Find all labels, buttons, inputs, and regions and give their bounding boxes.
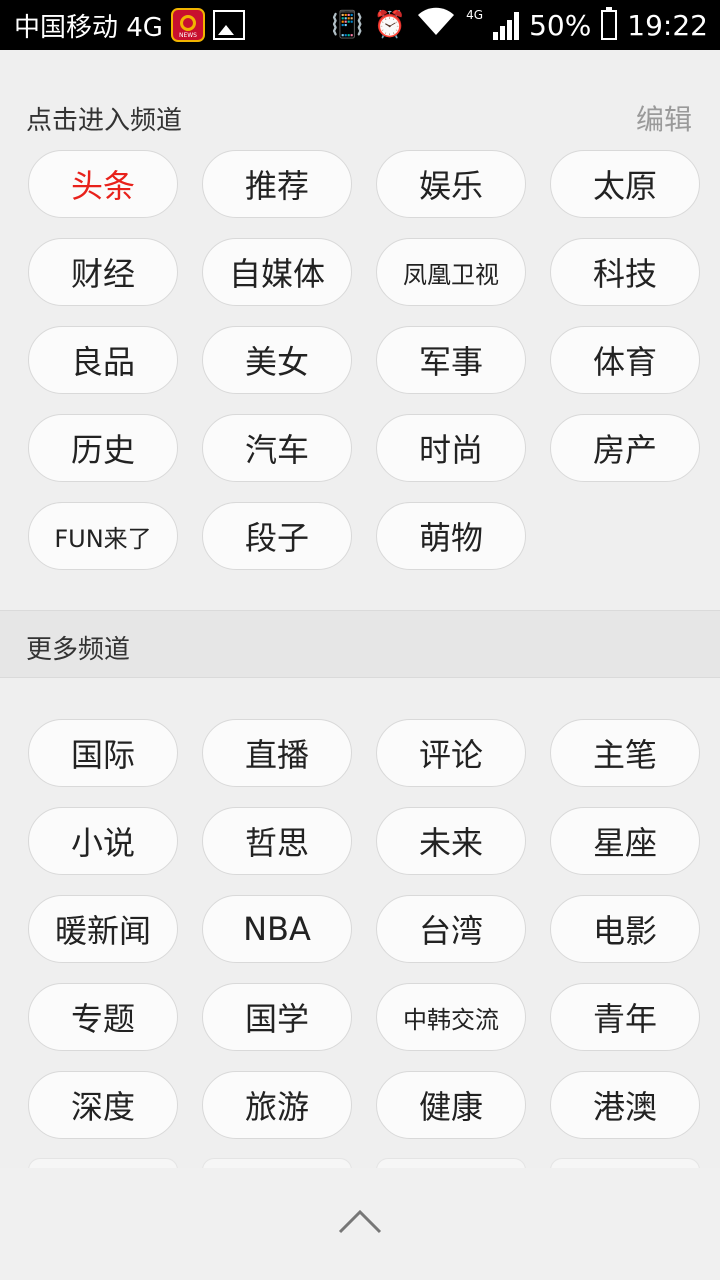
alarm-icon: ⏰ [373, 10, 407, 40]
channel-chip[interactable]: 凤凰卫视 [376, 238, 526, 306]
channel-chip[interactable]: 段子 [202, 502, 352, 570]
channel-chip[interactable]: 暖新闻 [28, 895, 178, 963]
status-bar: 中国移动 4G 📳 ⏰ 4G 50% 19:22 [0, 0, 720, 50]
channel-chip[interactable]: 哲思 [202, 807, 352, 875]
channel-chip[interactable]: 专题 [28, 983, 178, 1051]
more-channels-grid: 国际 直播 评论 主笔小说 哲思 未来 星座暖新闻 NBA 台湾 电影专题 国学 中韩交流 青年深度 旅游… [28, 719, 700, 1139]
channel-chip[interactable]: 直播 [202, 719, 352, 787]
channel-chip[interactable]: NBA [202, 895, 352, 963]
channel-chip[interactable]: 国际 [28, 719, 178, 787]
channel-chip[interactable]: 美女 [202, 326, 352, 394]
channel-chip[interactable]: 旅游 [202, 1071, 352, 1139]
more-channels-header: 更多频道 [0, 610, 720, 678]
channel-chip[interactable]: 财经 [28, 238, 178, 306]
channel-chip[interactable]: 太原 [550, 150, 700, 218]
channel-chip[interactable]: 自媒体 [202, 238, 352, 306]
clock: 19:22 [627, 8, 708, 42]
channel-chip[interactable]: 体育 [550, 326, 700, 394]
channel-chip[interactable]: 台湾 [376, 895, 526, 963]
network-type-badge: 4G [466, 8, 484, 22]
channel-chip[interactable]: 军事 [376, 326, 526, 394]
channel-chip[interactable]: 时尚 [376, 414, 526, 482]
channel-chip[interactable]: 萌物 [376, 502, 526, 570]
channel-chip[interactable]: 主笔 [550, 719, 700, 787]
edit-button[interactable]: 编辑 [636, 98, 692, 138]
channel-chip[interactable]: 深度 [28, 1071, 178, 1139]
channel-chip[interactable]: 房产 [550, 414, 700, 482]
more-channels-title: 更多频道 [26, 635, 131, 665]
channel-chip[interactable]: FUN来了 [28, 502, 178, 570]
channel-chip[interactable]: 小说 [28, 807, 178, 875]
ifeng-news-icon [170, 8, 205, 42]
channel-chip[interactable]: 星座 [550, 807, 700, 875]
battery-icon [601, 7, 618, 40]
channel-chip[interactable]: 科技 [550, 238, 700, 306]
wifi-icon [416, 7, 456, 44]
chevron-up-icon[interactable] [336, 1206, 384, 1236]
channel-chip[interactable]: 娱乐 [376, 150, 526, 218]
signal-icon [493, 10, 520, 40]
channel-chip[interactable]: 电影 [550, 895, 700, 963]
my-channels-grid: 头条 推荐 娱乐 太原财经 自媒体 凤凰卫视 科技良品 美女 军事 体育历史 汽车 时尚 房产 FUN来了… [28, 150, 700, 570]
channel-chip[interactable]: 港澳 [550, 1071, 700, 1139]
channel-chip[interactable]: 青年 [550, 983, 700, 1051]
my-channels-title: 点击进入频道 [26, 106, 183, 136]
image-notification-icon [212, 10, 245, 40]
carrier-label: 中国移动 4G [14, 12, 163, 43]
channel-chip[interactable]: 中韩交流 [376, 983, 526, 1051]
channel-chip[interactable]: 头条 [28, 150, 178, 218]
battery-percent: 50% [529, 8, 592, 42]
channel-chip[interactable]: 汽车 [202, 414, 352, 482]
vibrate-icon: 📳 [331, 10, 364, 40]
channel-chip[interactable]: 历史 [28, 414, 178, 482]
channel-chip[interactable]: 评论 [376, 719, 526, 787]
channel-chip[interactable]: 推荐 [202, 150, 352, 218]
channel-chip[interactable]: 良品 [28, 326, 178, 394]
channel-chip[interactable]: 健康 [376, 1071, 526, 1139]
channel-chip[interactable]: 未来 [376, 807, 526, 875]
channel-chip[interactable]: 国学 [202, 983, 352, 1051]
